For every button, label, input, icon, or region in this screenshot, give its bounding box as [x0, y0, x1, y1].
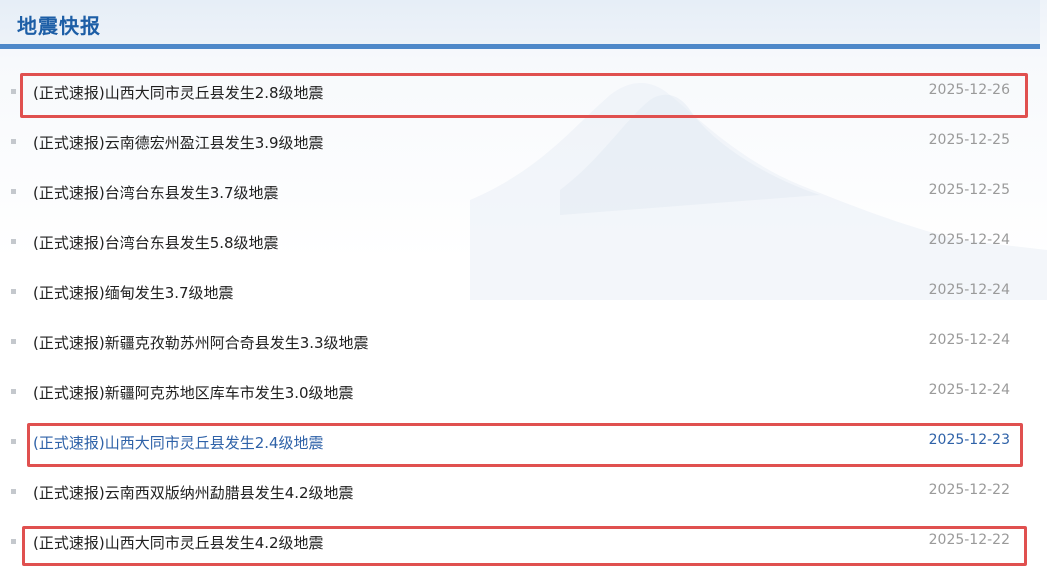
square-bullet-icon: [11, 539, 16, 544]
highlight-box: [22, 526, 1027, 566]
square-bullet-icon: [11, 489, 16, 494]
square-bullet-icon: [11, 139, 16, 144]
section-header: 地震快报: [0, 0, 1040, 44]
list-item[interactable]: (正式速报)新疆克孜勒苏州阿合奇县发生3.3级地震 2025-12-24: [0, 319, 1047, 369]
news-title-link[interactable]: (正式速报)缅甸发生3.7级地震: [33, 282, 234, 303]
list-item[interactable]: (正式速报)云南德宏州盈江县发生3.9级地震 2025-12-25: [0, 119, 1047, 169]
news-title-link[interactable]: (正式速报)云南德宏州盈江县发生3.9级地震: [33, 132, 324, 153]
news-title-link[interactable]: (正式速报)台湾台东县发生5.8级地震: [33, 232, 279, 253]
square-bullet-icon: [11, 339, 16, 344]
square-bullet-icon: [11, 89, 16, 94]
list-item[interactable]: (正式速报)缅甸发生3.7级地震 2025-12-24: [0, 269, 1047, 319]
news-date: 2025-12-25: [928, 182, 1010, 198]
header-underline: [0, 44, 1040, 49]
list-item[interactable]: (正式速报)台湾台东县发生3.7级地震 2025-12-25: [0, 169, 1047, 219]
square-bullet-icon: [11, 389, 16, 394]
news-date: 2025-12-24: [928, 232, 1010, 248]
news-list: (正式速报)山西大同市灵丘县发生2.8级地震 2025-12-26 (正式速报)…: [0, 69, 1047, 569]
news-date: 2025-12-24: [928, 382, 1010, 398]
square-bullet-icon: [11, 289, 16, 294]
news-title-link[interactable]: (正式速报)云南西双版纳州勐腊县发生4.2级地震: [33, 482, 354, 503]
news-date: 2025-12-22: [928, 482, 1010, 498]
square-bullet-icon: [11, 439, 16, 444]
news-date: 2025-12-25: [928, 132, 1010, 148]
news-date: 2025-12-24: [928, 282, 1010, 298]
news-date: 2025-12-24: [928, 332, 1010, 348]
highlight-box: [27, 423, 1023, 467]
square-bullet-icon: [11, 239, 16, 244]
news-title-link[interactable]: (正式速报)新疆克孜勒苏州阿合奇县发生3.3级地震: [33, 332, 369, 353]
news-title-link[interactable]: (正式速报)台湾台东县发生3.7级地震: [33, 182, 279, 203]
list-item[interactable]: (正式速报)云南西双版纳州勐腊县发生4.2级地震 2025-12-22: [0, 469, 1047, 519]
section-title: 地震快报: [17, 14, 101, 38]
square-bullet-icon: [11, 189, 16, 194]
news-title-link[interactable]: (正式速报)新疆阿克苏地区库车市发生3.0级地震: [33, 382, 354, 403]
list-item[interactable]: (正式速报)新疆阿克苏地区库车市发生3.0级地震 2025-12-24: [0, 369, 1047, 419]
highlight-box: [20, 73, 1028, 118]
list-item[interactable]: (正式速报)台湾台东县发生5.8级地震 2025-12-24: [0, 219, 1047, 269]
